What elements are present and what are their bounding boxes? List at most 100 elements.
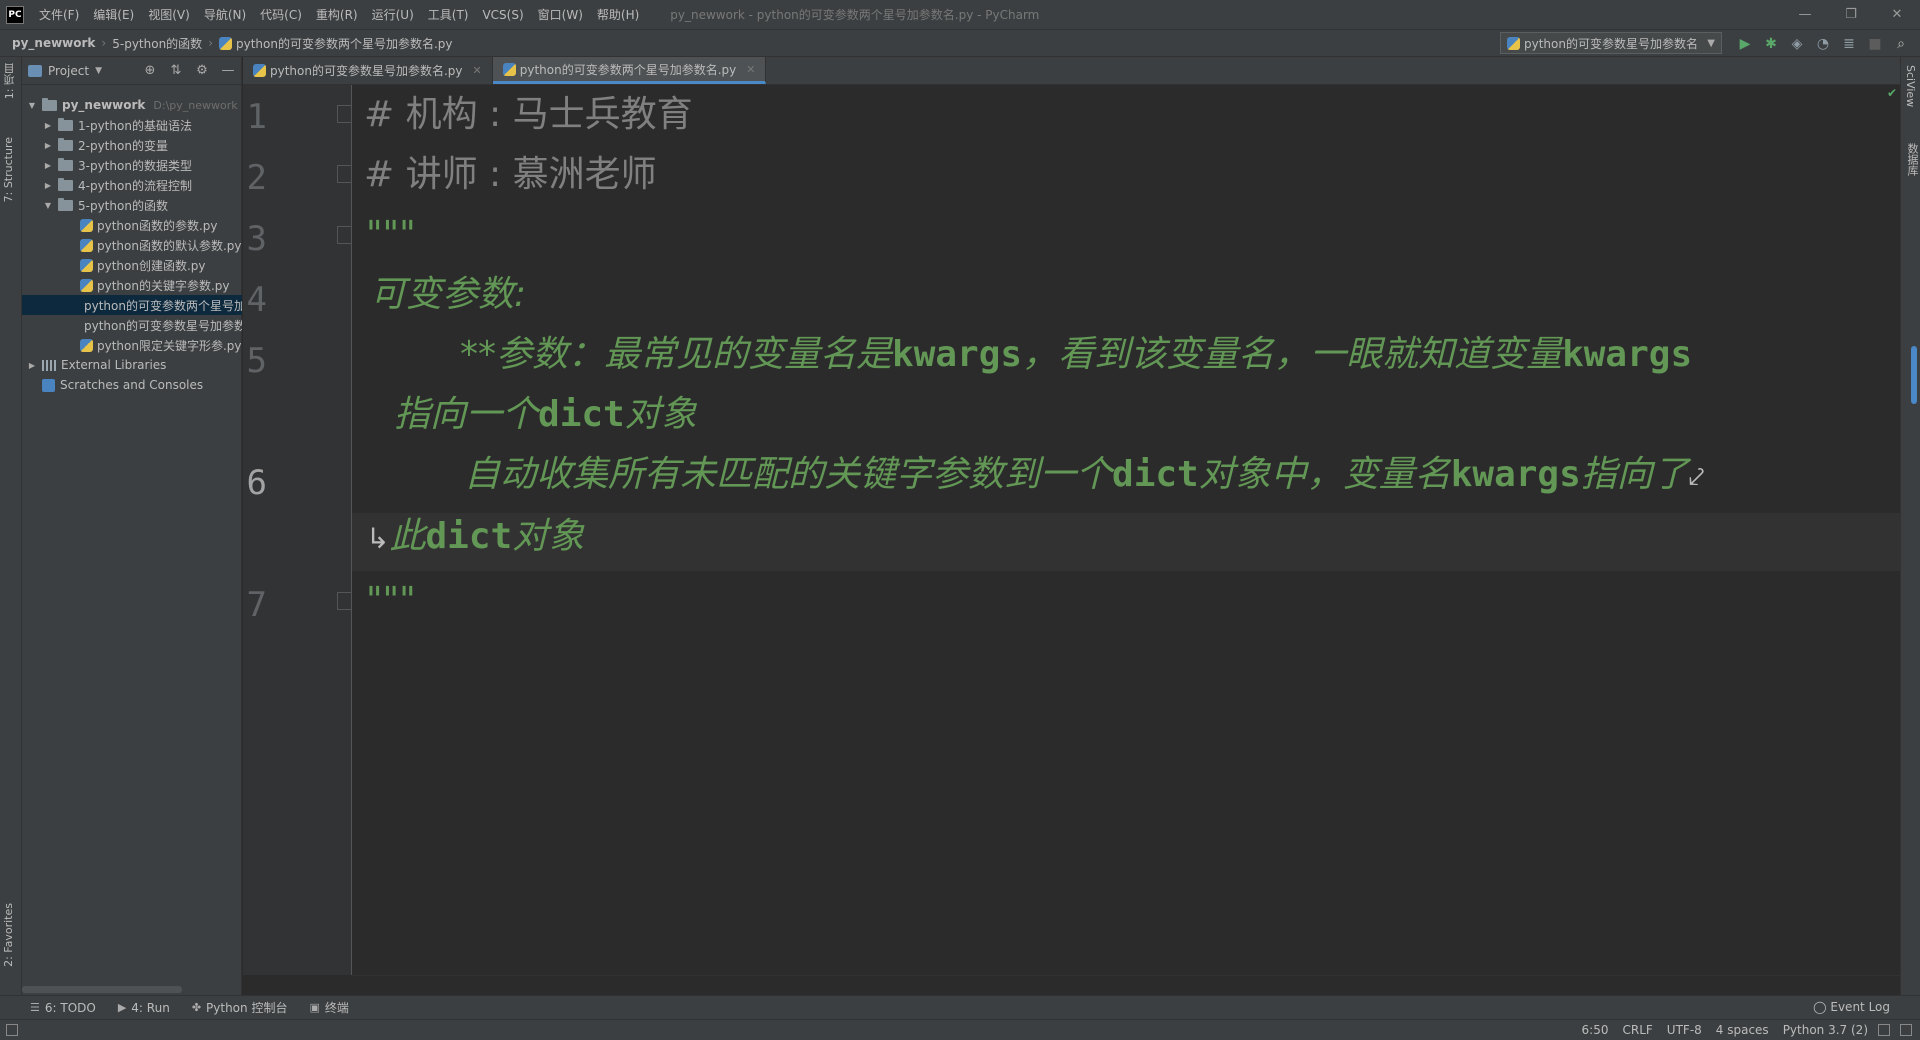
run-configuration-select[interactable]: python的可变参数星号加参数名 ▼ bbox=[1500, 32, 1722, 54]
vertical-scrollbar-thumb[interactable] bbox=[1911, 346, 1917, 404]
tree-folder-label: 3-python的数据类型 bbox=[78, 158, 192, 173]
inspection-ok-icon[interactable]: ✔ bbox=[1887, 86, 1897, 100]
debug-icon[interactable]: ✱ bbox=[1758, 36, 1784, 52]
code-line-1: # 机构 : 马士兵教育 bbox=[364, 94, 693, 135]
folder-icon bbox=[58, 137, 73, 151]
gear-icon[interactable]: ⚙ bbox=[189, 63, 215, 78]
editor-horizontal-scrollbar[interactable] bbox=[352, 975, 1900, 995]
editor-tabs: python的可变参数星号加参数名.py ✕ python的可变参数两个星号加参… bbox=[243, 57, 1920, 85]
todo-tool-tab[interactable]: ☰ 6: TODO bbox=[30, 1001, 96, 1015]
close-icon[interactable]: ✕ bbox=[473, 64, 482, 77]
tree-file-selected[interactable]: python的可变参数两个星号加参数名.py bbox=[22, 295, 242, 315]
hide-icon[interactable]: — bbox=[215, 63, 241, 78]
database-tool-tab[interactable]: 数据库 bbox=[1904, 143, 1920, 176]
python-file-icon bbox=[80, 238, 93, 252]
python-file-icon bbox=[80, 258, 93, 272]
menu-tools[interactable]: 工具(T) bbox=[421, 6, 476, 23]
sciview-tool-tab[interactable]: SciView bbox=[1904, 65, 1917, 107]
menu-navigate[interactable]: 导航(N) bbox=[197, 6, 253, 23]
menu-run[interactable]: 运行(U) bbox=[365, 6, 421, 23]
concurrency-icon[interactable]: ≣ bbox=[1836, 36, 1862, 52]
tree-folder[interactable]: ▼ 5-python的函数 bbox=[22, 195, 242, 215]
terminal-icon: ▣ bbox=[309, 1001, 320, 1014]
python-interpreter[interactable]: Python 3.7 (2) bbox=[1783, 1023, 1868, 1037]
minimize-button[interactable]: — bbox=[1782, 0, 1828, 29]
todo-tool-tab-label: 6: TODO bbox=[44, 1000, 96, 1015]
tree-folder[interactable]: ▶ 3-python的数据类型 bbox=[22, 155, 242, 175]
tree-root[interactable]: ▼ py_newwork D:\py_newwork bbox=[22, 95, 242, 115]
tree-external-libraries[interactable]: ▶ External Libraries bbox=[22, 355, 242, 375]
menu-vcs[interactable]: VCS(S) bbox=[475, 8, 530, 22]
python-console-tool-tab[interactable]: ✤ Python 控制台 bbox=[192, 999, 288, 1016]
close-window-button[interactable]: ✕ bbox=[1874, 0, 1920, 29]
chevron-right-icon[interactable]: ▶ bbox=[42, 141, 54, 150]
structure-tool-tab[interactable]: 7: Structure bbox=[2, 137, 15, 202]
horizontal-scrollbar[interactable] bbox=[22, 986, 182, 993]
caret-position[interactable]: 6:50 bbox=[1582, 1023, 1609, 1037]
tree-folder[interactable]: ▶ 1-python的基础语法 bbox=[22, 115, 242, 135]
menu-code[interactable]: 代码(C) bbox=[253, 6, 309, 23]
stop-icon[interactable]: ■ bbox=[1862, 36, 1888, 52]
tree-folder[interactable]: ▶ 2-python的变量 bbox=[22, 135, 242, 155]
tree-file[interactable]: python的关键字参数.py bbox=[22, 275, 242, 295]
tree-file[interactable]: python函数的默认参数.py bbox=[22, 235, 242, 255]
breadcrumb-file[interactable]: python的可变参数两个星号加参数名.py bbox=[213, 35, 459, 52]
menu-help[interactable]: 帮助(H) bbox=[590, 6, 646, 23]
coverage-icon[interactable]: ◈ bbox=[1784, 36, 1810, 52]
editor-tab[interactable]: python的可变参数星号加参数名.py ✕ bbox=[243, 57, 493, 84]
tree-file[interactable]: python限定关键字形参.py bbox=[22, 335, 242, 355]
code-line-4: 可变参数: bbox=[370, 274, 527, 315]
notifications-icon[interactable] bbox=[1900, 1024, 1912, 1036]
chevron-right-icon[interactable]: ▶ bbox=[26, 361, 38, 370]
project-tool-tab[interactable]: 1: 项目 bbox=[2, 63, 18, 99]
tree-file-label: python的关键字参数.py bbox=[97, 278, 230, 293]
breadcrumb-file-label: python的可变参数两个星号加参数名.py bbox=[236, 36, 453, 51]
tree-file[interactable]: python创建函数.py bbox=[22, 255, 242, 275]
tool-windows-icon[interactable] bbox=[6, 1024, 18, 1036]
tree-folder[interactable]: ▶ 4-python的流程控制 bbox=[22, 175, 242, 195]
project-icon bbox=[28, 64, 42, 77]
search-icon[interactable]: ⌕ bbox=[1888, 36, 1914, 52]
docstring-text: 指向了 bbox=[1580, 454, 1689, 495]
menu-file[interactable]: 文件(F) bbox=[32, 6, 86, 23]
menu-window[interactable]: 窗口(W) bbox=[531, 6, 590, 23]
window-controls: — ❐ ✕ bbox=[1782, 0, 1920, 29]
chevron-right-icon[interactable]: ▶ bbox=[42, 121, 54, 130]
line-separator[interactable]: CRLF bbox=[1622, 1023, 1652, 1037]
favorites-tool-tab[interactable]: 2: Favorites bbox=[2, 903, 15, 967]
close-icon[interactable]: ✕ bbox=[746, 63, 755, 76]
project-view-select[interactable]: Project bbox=[48, 64, 89, 78]
breadcrumb-folder[interactable]: 5-python的函数 bbox=[106, 35, 208, 52]
tree-file[interactable]: python的可变参数星号加参数名.py bbox=[22, 315, 242, 335]
editor-gutter[interactable]: 1 2 3 4 5 6 7 bbox=[243, 85, 355, 975]
chevron-down-icon[interactable]: ▼ bbox=[26, 101, 38, 110]
profile-icon[interactable]: ◔ bbox=[1810, 36, 1836, 52]
breadcrumb-project[interactable]: py_newwork bbox=[0, 36, 101, 50]
chevron-down-icon[interactable]: ▼ bbox=[95, 66, 102, 76]
menu-edit[interactable]: 编辑(E) bbox=[86, 6, 141, 23]
indent-setting[interactable]: 4 spaces bbox=[1716, 1023, 1769, 1037]
chevron-down-icon[interactable]: ▼ bbox=[42, 201, 54, 210]
restore-button[interactable]: ❐ bbox=[1828, 0, 1874, 29]
run-icon[interactable]: ▶ bbox=[1732, 36, 1758, 52]
terminal-tool-tab[interactable]: ▣ 终端 bbox=[309, 999, 348, 1016]
line-number: 1 bbox=[246, 97, 267, 137]
tree-file[interactable]: python函数的参数.py bbox=[22, 215, 242, 235]
collapse-all-icon[interactable]: ⇅ bbox=[163, 63, 189, 78]
editor-tab-active[interactable]: python的可变参数两个星号加参数名.py ✕ bbox=[492, 57, 767, 84]
file-encoding[interactable]: UTF-8 bbox=[1667, 1023, 1702, 1037]
tree-scratches[interactable]: Scratches and Consoles bbox=[22, 375, 242, 395]
soft-wrap-start-icon: ↳ bbox=[366, 522, 390, 555]
menu-refactor[interactable]: 重构(R) bbox=[309, 6, 365, 23]
chevron-right-icon[interactable]: ▶ bbox=[42, 181, 54, 190]
menu-view[interactable]: 视图(V) bbox=[141, 6, 197, 23]
chevron-down-icon: ▼ bbox=[1707, 37, 1715, 49]
locate-icon[interactable]: ⊕ bbox=[137, 63, 163, 78]
run-tool-tab[interactable]: ▶ 4: Run bbox=[118, 1001, 170, 1015]
lock-icon[interactable] bbox=[1878, 1024, 1890, 1036]
docstring-text: 对象 bbox=[512, 516, 585, 557]
run-icon: ▶ bbox=[117, 1001, 127, 1014]
chevron-right-icon[interactable]: ▶ bbox=[42, 161, 54, 170]
event-log-tab[interactable]: ◯ Event Log bbox=[1813, 1000, 1890, 1014]
code-editor[interactable]: # 机构 : 马士兵教育 # 讲师 : 慕洲老师 """ 可变参数: **参数：… bbox=[352, 85, 1900, 975]
